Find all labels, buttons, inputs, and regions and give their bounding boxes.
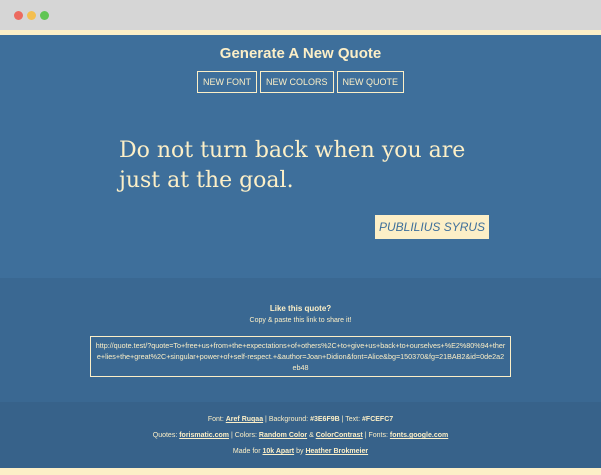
quote-text: Do not turn back when you are just at th…: [119, 138, 466, 193]
quote-author: PUBLILIUS SYRUS: [375, 215, 490, 239]
by-label: by: [296, 448, 304, 455]
action-buttons: NEW FONT NEW COLORS NEW QUOTE: [0, 71, 601, 93]
background-label: Background:: [268, 416, 309, 423]
author-link[interactable]: Heather Brokmeier: [305, 448, 368, 455]
separator: |: [341, 416, 344, 423]
share-section: Like this quote? Copy & paste this link …: [0, 278, 601, 402]
separator: |: [364, 432, 367, 439]
quotes-label: Quotes:: [152, 432, 178, 439]
forismatic-link[interactable]: forismatic.com: [179, 432, 229, 439]
10k-apart-link[interactable]: 10k Apart: [262, 448, 294, 455]
footer-credits: Quotes: forismatic.com | Colors: Random …: [0, 432, 601, 439]
font-label: Font:: [207, 416, 224, 423]
separator: |: [230, 432, 233, 439]
text-color-value: #FCEFC7: [362, 416, 394, 423]
colors-label: Colors:: [234, 432, 257, 439]
share-link-field[interactable]: http://quote.test/?quote=To+free+us+from…: [90, 336, 511, 377]
google-fonts-link[interactable]: fonts.google.com: [390, 432, 448, 439]
page-title: Generate A New Quote: [219, 45, 382, 62]
new-font-button[interactable]: NEW FONT: [196, 71, 257, 93]
background-value: #3E6F9B: [310, 416, 340, 423]
made-for-label: Made for: [232, 448, 261, 455]
ampersand: &: [309, 432, 314, 439]
fonts-label: Fonts:: [368, 432, 388, 439]
random-color-link[interactable]: Random Color: [259, 432, 307, 439]
window-chrome: [0, 0, 601, 30]
minimize-window-icon[interactable]: [27, 11, 36, 20]
footer-made-by: Made for 10k Apart by Heather Brokmeier: [0, 448, 601, 455]
close-window-icon[interactable]: [14, 11, 23, 20]
top-accent-strip: [0, 30, 601, 35]
bottom-accent-strip: [0, 468, 601, 475]
separator: |: [265, 416, 267, 423]
text-color-label: Text:: [345, 416, 361, 423]
maximize-window-icon[interactable]: [40, 11, 49, 20]
footer: Font: Aref Ruqaa | Background: #3E6F9B |…: [0, 402, 601, 468]
new-quote-button[interactable]: NEW QUOTE: [336, 71, 404, 93]
font-link[interactable]: Aref Ruqaa: [226, 416, 263, 423]
new-colors-button[interactable]: NEW COLORS: [259, 71, 334, 93]
share-heading: Like this quote?: [269, 304, 332, 313]
colorcontrast-link[interactable]: ColorContrast: [316, 432, 363, 439]
footer-font-info: Font: Aref Ruqaa | Background: #3E6F9B |…: [0, 416, 601, 423]
share-subtext: Copy & paste this link to share it!: [249, 317, 352, 324]
